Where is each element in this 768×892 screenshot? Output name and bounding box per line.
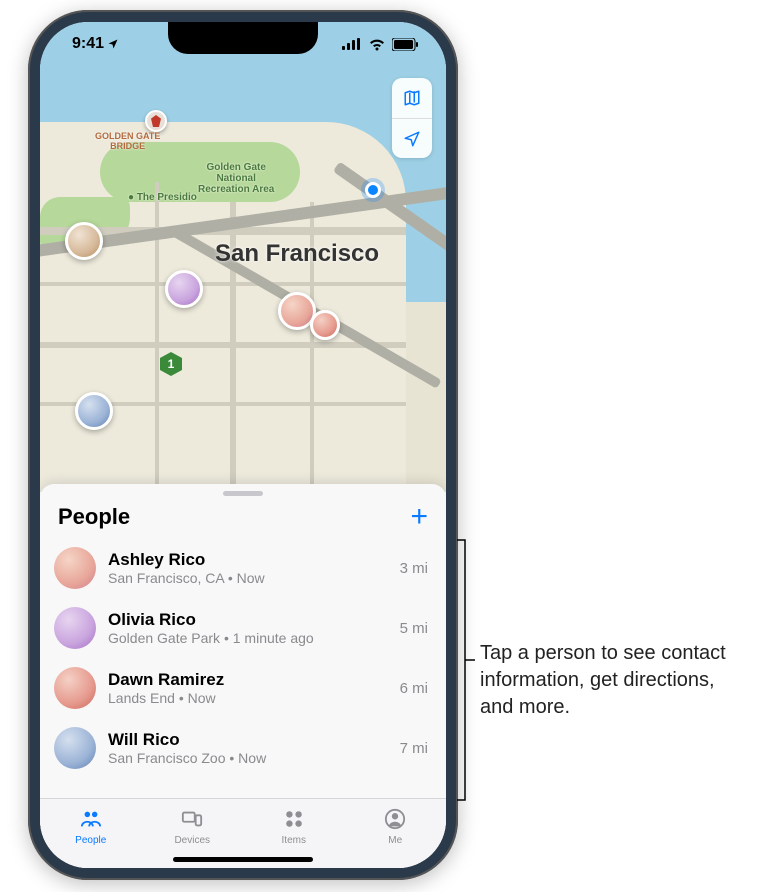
location-arrow-icon bbox=[403, 130, 421, 148]
person-subtitle: Lands End • Now bbox=[108, 690, 388, 708]
person-info: Ashley RicoSan Francisco, CA • Now bbox=[108, 549, 388, 588]
items-icon bbox=[281, 808, 307, 833]
sheet-title: People bbox=[58, 504, 130, 530]
map-icon bbox=[402, 89, 422, 107]
screen: 9:41 bbox=[40, 22, 446, 868]
map-controls bbox=[392, 78, 432, 158]
person-info: Olivia RicoGolden Gate Park • 1 minute a… bbox=[108, 609, 388, 648]
status-time: 9:41 bbox=[72, 35, 104, 53]
map-mode-button[interactable] bbox=[392, 78, 432, 118]
person-distance: 3 mi bbox=[400, 560, 428, 577]
status-indicators bbox=[342, 38, 418, 51]
phone-frame: 9:41 bbox=[28, 10, 458, 880]
location-arrow-icon bbox=[107, 38, 119, 50]
person-name: Olivia Rico bbox=[108, 609, 388, 630]
person-subtitle: San Francisco Zoo • Now bbox=[108, 750, 388, 768]
callout-text: Tap a person to see contact information,… bbox=[480, 640, 740, 721]
person-row[interactable]: Ashley RicoSan Francisco, CA • Now 3 mi bbox=[40, 538, 446, 598]
person-name: Will Rico bbox=[108, 729, 388, 750]
person-subtitle: Golden Gate Park • 1 minute ago bbox=[108, 630, 388, 648]
people-icon bbox=[78, 808, 104, 833]
tab-people[interactable]: People bbox=[40, 799, 142, 854]
add-person-button[interactable]: + bbox=[410, 502, 428, 532]
poi-label-golden-gate-bridge: GOLDEN GATE BRIDGE bbox=[95, 132, 160, 152]
person-row[interactable]: Will RicoSan Francisco Zoo • Now 7 mi bbox=[40, 718, 446, 778]
person-distance: 7 mi bbox=[400, 740, 428, 757]
map-avatar[interactable] bbox=[165, 270, 203, 308]
cellular-icon bbox=[342, 38, 362, 50]
person-info: Will RicoSan Francisco Zoo • Now bbox=[108, 729, 388, 768]
person-row[interactable]: Dawn RamirezLands End • Now 6 mi bbox=[40, 658, 446, 718]
person-distance: 6 mi bbox=[400, 680, 428, 697]
avatar bbox=[54, 607, 96, 649]
person-name: Ashley Rico bbox=[108, 549, 388, 570]
map-avatar[interactable] bbox=[310, 310, 340, 340]
map[interactable]: GOLDEN GATE BRIDGE Golden Gate National … bbox=[40, 22, 446, 492]
map-city-label: San Francisco bbox=[215, 240, 379, 268]
map-avatar[interactable] bbox=[75, 392, 113, 430]
map-avatar[interactable] bbox=[65, 222, 103, 260]
tab-label: Me bbox=[388, 835, 402, 846]
poi-pin-golden-gate-bridge[interactable] bbox=[145, 110, 167, 132]
person-row[interactable]: Olivia RicoGolden Gate Park • 1 minute a… bbox=[40, 598, 446, 658]
wifi-icon bbox=[368, 38, 386, 51]
notch bbox=[168, 22, 318, 54]
person-subtitle: San Francisco, CA • Now bbox=[108, 570, 388, 588]
me-icon bbox=[382, 808, 408, 833]
battery-icon bbox=[392, 38, 418, 51]
tab-items[interactable]: Items bbox=[243, 799, 345, 854]
tab-me[interactable]: Me bbox=[345, 799, 447, 854]
devices-icon bbox=[179, 808, 205, 833]
home-indicator[interactable] bbox=[173, 857, 313, 862]
tab-label: Devices bbox=[174, 835, 210, 846]
tab-label: Items bbox=[282, 835, 306, 846]
poi-label-presidio: ● The Presidio bbox=[128, 192, 197, 203]
callout-bracket bbox=[455, 540, 477, 800]
person-distance: 5 mi bbox=[400, 620, 428, 637]
avatar bbox=[54, 547, 96, 589]
person-info: Dawn RamirezLands End • Now bbox=[108, 669, 388, 708]
person-name: Dawn Ramirez bbox=[108, 669, 388, 690]
map-locate-button[interactable] bbox=[392, 118, 432, 158]
tab-label: People bbox=[75, 835, 106, 846]
current-location-dot[interactable] bbox=[365, 182, 381, 198]
avatar bbox=[54, 727, 96, 769]
poi-label-recreation-area: Golden Gate National Recreation Area bbox=[198, 162, 274, 195]
sheet-grabber[interactable] bbox=[223, 491, 263, 496]
tab-devices[interactable]: Devices bbox=[142, 799, 244, 854]
avatar bbox=[54, 667, 96, 709]
